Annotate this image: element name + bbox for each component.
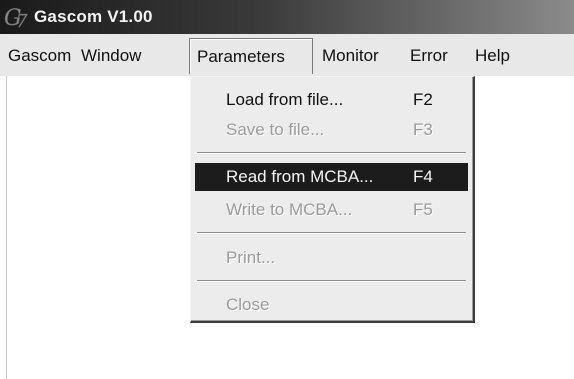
menu-item-label: Close bbox=[226, 295, 270, 314]
menu-item-load-from-file[interactable]: Load from file... F2 bbox=[195, 86, 468, 114]
menu-item-print: Print... bbox=[195, 244, 468, 272]
menu-item-shortcut: F2 bbox=[413, 90, 433, 109]
client-border bbox=[6, 76, 7, 379]
menu-item-write-to-mcba: Write to MCBA... F5 bbox=[195, 196, 468, 224]
window-title: Gascom V1.00 bbox=[34, 7, 153, 26]
gascom-logo-icon: G 7 bbox=[2, 2, 32, 32]
menu-bar: Gascom Window Parameters Monitor Error H… bbox=[0, 34, 574, 76]
menu-item-close: Close bbox=[195, 291, 468, 319]
menu-item-save-to-file: Save to file... F3 bbox=[195, 116, 468, 144]
menu-monitor[interactable]: Monitor bbox=[315, 38, 386, 74]
title-bar[interactable]: G 7 Gascom V1.00 bbox=[0, 0, 574, 34]
menu-separator bbox=[197, 280, 466, 282]
menu-item-label: Print... bbox=[226, 248, 276, 267]
menu-parameters[interactable]: Parameters bbox=[189, 38, 313, 74]
menu-gascom[interactable]: Gascom bbox=[1, 38, 78, 74]
menu-separator bbox=[197, 232, 466, 234]
parameters-dropdown: Load from file... F2 Save to file... F3 … bbox=[190, 76, 475, 323]
menu-item-label: Write to MCBA... bbox=[226, 200, 353, 219]
menu-item-label: Save to file... bbox=[226, 120, 325, 139]
menu-item-shortcut: F4 bbox=[413, 167, 433, 186]
menu-item-label: Read from MCBA... bbox=[226, 167, 374, 186]
menu-error[interactable]: Error bbox=[403, 38, 455, 74]
app-window: G 7 Gascom V1.00 Gascom Window Parameter… bbox=[0, 0, 574, 379]
menu-item-shortcut: F5 bbox=[413, 200, 433, 219]
svg-text:7: 7 bbox=[16, 11, 28, 30]
menu-separator bbox=[197, 152, 466, 154]
menu-help[interactable]: Help bbox=[468, 38, 517, 74]
menu-item-shortcut: F3 bbox=[413, 120, 433, 139]
menu-item-label: Load from file... bbox=[226, 90, 344, 109]
menu-item-read-from-mcba[interactable]: Read from MCBA... F4 bbox=[195, 163, 468, 191]
menu-window[interactable]: Window bbox=[74, 38, 148, 74]
